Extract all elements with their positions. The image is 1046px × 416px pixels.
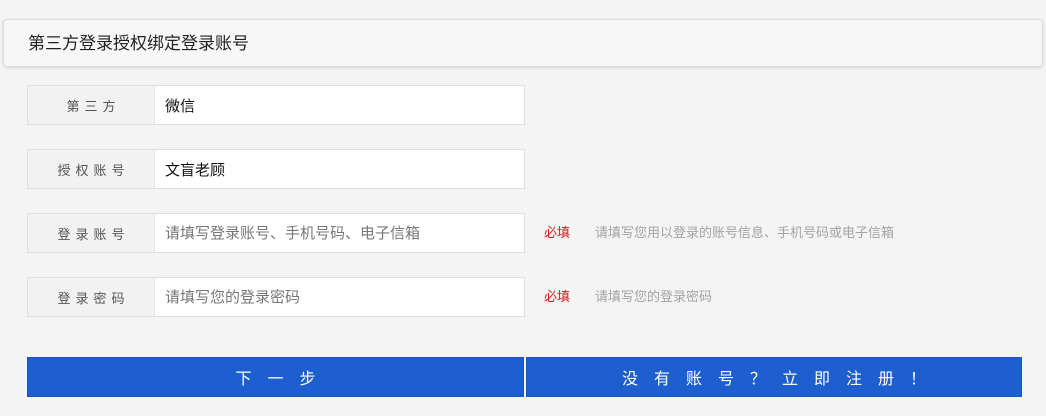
auth-account-row: 授权账号 文盲老顾 bbox=[27, 149, 525, 189]
login-account-input[interactable] bbox=[155, 214, 524, 252]
auth-account-value: 文盲老顾 bbox=[165, 160, 226, 179]
panel-header: 第三方登录授权绑定登录账号 bbox=[3, 19, 1043, 67]
login-account-row: 登录账号 bbox=[27, 213, 525, 253]
login-password-row: 登录密码 bbox=[27, 277, 525, 317]
third-party-row: 第三方 微信 bbox=[27, 85, 525, 125]
next-step-button[interactable]: 下一步 bbox=[27, 357, 524, 397]
third-party-label: 第三方 bbox=[28, 86, 155, 124]
login-password-label: 登录密码 bbox=[28, 278, 155, 316]
auth-account-label: 授权账号 bbox=[28, 150, 155, 188]
third-party-value: 微信 bbox=[165, 96, 196, 115]
register-button[interactable]: 没有账号？立即注册！ bbox=[526, 357, 1022, 397]
login-password-input[interactable] bbox=[155, 278, 524, 316]
page: 第三方登录授权绑定登录账号 第三方 微信 授权账号 文盲老顾 登录账号 必填 请… bbox=[0, 0, 1046, 416]
login-password-required-tag: 必填 bbox=[544, 290, 571, 305]
page-title: 第三方登录授权绑定登录账号 bbox=[28, 34, 249, 54]
login-account-hint: 请填写您用以登录的账号信息、手机号码或电子信箱 bbox=[595, 226, 895, 241]
login-account-label: 登录账号 bbox=[28, 214, 155, 252]
login-account-required-tag: 必填 bbox=[544, 226, 571, 241]
login-password-hint: 请填写您的登录密码 bbox=[595, 290, 713, 305]
